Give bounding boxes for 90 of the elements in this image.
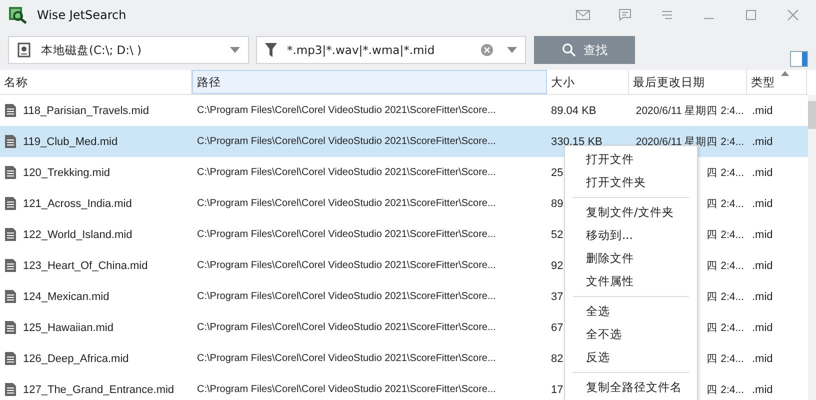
table-cell: 四 2:4... — [706, 228, 744, 242]
table-cell: 89.04 KB — [551, 104, 596, 116]
table-cell: .mid — [752, 104, 773, 116]
table-cell: 118_Parisian_Travels.mid — [23, 104, 149, 116]
document-icon — [5, 166, 16, 179]
table-cell: .mid — [752, 384, 773, 396]
table-cell: .mid — [752, 166, 773, 178]
dropdown-arrow-icon[interactable] — [507, 47, 517, 53]
menu-item[interactable]: 打开文件 — [565, 148, 697, 171]
filter-field[interactable]: *.mp3|*.wav|*.wma|*.mid — [256, 36, 526, 64]
column-header[interactable]: 最后更改日期 — [629, 70, 747, 94]
table-cell: .mid — [752, 322, 773, 334]
table-cell: 四 2:4... — [706, 166, 744, 180]
table-cell: .mid — [752, 352, 773, 364]
scrollbar[interactable] — [808, 95, 816, 400]
menu-item[interactable]: 移动到... — [565, 224, 697, 247]
table-cell: C:\Program Files\Corel\Corel VideoStudio 2021\ScoreFitter\Score... — [197, 167, 496, 178]
column-header[interactable]: 路径 — [192, 70, 547, 94]
table-cell: 四 2:4... — [706, 258, 744, 272]
table-cell: 330.15 KB — [551, 136, 602, 148]
menu-item[interactable]: 全不选 — [565, 323, 697, 346]
table-cell: C:\Program Files\Corel\Corel VideoStudio 2021\ScoreFitter\Score... — [197, 260, 496, 271]
table-cell: C:\Program Files\Corel\Corel VideoStudio 2021\ScoreFitter\Score... — [197, 384, 496, 395]
table-cell: 52 — [551, 228, 564, 240]
document-icon — [5, 259, 16, 272]
window-title: Wise JetSearch — [37, 8, 126, 22]
table-cell: .mid — [752, 228, 773, 240]
clear-icon[interactable] — [481, 44, 493, 56]
table-cell: 四 2:4... — [706, 382, 744, 396]
table-cell: 123_Heart_Of_China.mid — [23, 260, 148, 272]
table-cell: .mid — [752, 260, 773, 272]
column-header[interactable]: 类型 — [747, 70, 807, 94]
table-cell: .mid — [752, 290, 773, 302]
document-icon — [5, 352, 16, 365]
table-cell: 67 — [551, 322, 564, 334]
table-cell: 2020/6/11 星期四 2:4... — [636, 104, 744, 118]
menu-item[interactable]: 复制文件/文件夹 — [565, 201, 697, 224]
scroll-thumb[interactable] — [808, 101, 816, 129]
table-cell: 四 2:4... — [706, 196, 744, 210]
table-cell: C:\Program Files\Corel\Corel VideoStudio 2021\ScoreFitter\Score... — [197, 353, 496, 364]
table-cell: 89 — [551, 198, 564, 210]
dropdown-arrow-icon[interactable] — [230, 47, 240, 53]
document-icon — [5, 290, 16, 303]
menu-item[interactable]: 打开文件夹 — [565, 171, 697, 194]
document-icon — [5, 228, 16, 241]
drive-icon — [17, 42, 31, 58]
document-icon — [5, 104, 16, 117]
search-icon — [562, 43, 576, 57]
table-cell: 126_Deep_Africa.mid — [23, 352, 129, 364]
table-cell: 2020/6/11 星期四 2:4... — [636, 134, 744, 148]
location-dropdown[interactable]: 本地磁盘(C:\; D:\ ) — [8, 36, 249, 64]
table-cell: 121_Across_India.mid — [23, 198, 132, 210]
table-cell: 127_The_Grand_Entrance.mid — [23, 384, 174, 396]
table-cell: C:\Program Files\Corel\Corel VideoStudio 2021\ScoreFitter\Score... — [197, 322, 496, 333]
panel-toggle-icon[interactable] — [790, 51, 808, 67]
chat-icon[interactable] — [616, 6, 634, 24]
menu-item[interactable]: 文件属性 — [565, 270, 697, 293]
table-cell: 119_Club_Med.mid — [23, 136, 118, 148]
table-cell: 125_Hawaiian.mid — [23, 322, 114, 334]
table-cell: 82 — [551, 352, 564, 364]
table-cell: C:\Program Files\Corel\Corel VideoStudio 2021\ScoreFitter\Score... — [197, 198, 496, 209]
menu-item[interactable]: 删除文件 — [565, 247, 697, 270]
search-button[interactable]: 查找 — [534, 36, 635, 64]
table-cell: C:\Program Files\Corel\Corel VideoStudio 2021\ScoreFitter\Score... — [197, 291, 496, 302]
table-cell: 120_Trekking.mid — [23, 166, 110, 178]
column-header[interactable]: 大小 — [547, 70, 629, 94]
table-cell: C:\Program Files\Corel\Corel VideoStudio 2021\ScoreFitter\Score... — [197, 229, 496, 240]
document-icon — [5, 383, 16, 396]
table-cell: C:\Program Files\Corel\Corel VideoStudio 2021\ScoreFitter\Score... — [197, 105, 496, 116]
document-icon — [5, 197, 16, 210]
document-icon — [5, 135, 16, 148]
menu-item[interactable]: 复制全路径文件名 — [565, 376, 697, 399]
table-cell: 124_Mexican.mid — [23, 290, 110, 302]
table-cell: 92 — [551, 260, 564, 272]
table-cell: 17 — [551, 384, 564, 396]
filter-icon — [265, 43, 277, 57]
magnifier-logo-icon — [8, 6, 28, 24]
sort-arrow-icon — [781, 71, 789, 76]
table-cell: .mid — [752, 198, 773, 210]
document-icon — [5, 321, 16, 334]
table-cell: 四 2:4... — [706, 352, 744, 366]
menu-item[interactable]: 反选 — [565, 346, 697, 369]
table-cell: 四 2:4... — [706, 320, 744, 334]
table-cell: 四 2:4... — [706, 290, 744, 304]
table-cell: .mid — [752, 136, 773, 148]
table-cell: 25 — [551, 166, 564, 178]
table-cell: C:\Program Files\Corel\Corel VideoStudio 2021\ScoreFitter\Score... — [197, 136, 496, 147]
menu-item[interactable]: 全选 — [565, 300, 697, 323]
table-cell: 37 — [551, 290, 564, 302]
table-cell: 122_World_Island.mid — [23, 228, 132, 240]
